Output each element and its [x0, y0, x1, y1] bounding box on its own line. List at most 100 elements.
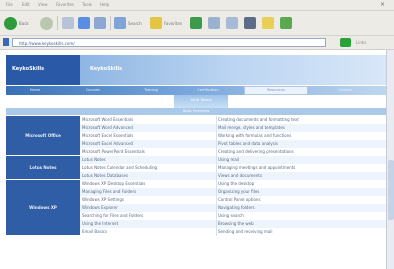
course-name: Lotus Notes Calendar and Scheduling — [82, 165, 158, 170]
address-input[interactable]: http://www.keykoskills.com/ — [12, 38, 326, 47]
cell-divider — [216, 220, 217, 228]
table-row[interactable]: Windows Explorer Navigating folders — [80, 204, 386, 212]
course-description: Creating and delivering presentations — [218, 149, 294, 154]
home-button[interactable] — [94, 15, 106, 31]
menu-tools[interactable]: Tools — [82, 2, 92, 8]
table-row[interactable]: Windows XP Settings Control Panel options — [80, 196, 386, 204]
course-description: Using the desktop — [218, 181, 255, 186]
table-row[interactable]: Managing Files and Folders Organizing you… — [80, 188, 386, 196]
course-name: Microsoft Excel Essentials — [82, 133, 134, 138]
course-description: Using mail — [218, 157, 240, 162]
subtab-skills-matrix[interactable]: Skills Matrix — [174, 95, 228, 108]
course-description: Using search — [218, 213, 244, 218]
history-button[interactable] — [208, 15, 220, 31]
table-row[interactable]: Windows XP Desktop Essentials Using the d… — [80, 180, 386, 188]
menu-edit[interactable]: Edit — [22, 2, 30, 8]
category-cell: Microsoft Office — [6, 116, 80, 156]
course-description: Control Panel options — [218, 197, 261, 202]
table-row[interactable]: Lotus Notes Using mail — [80, 156, 386, 164]
back-arrow-icon — [4, 16, 17, 30]
search-button[interactable]: Search — [114, 15, 142, 31]
mail-button[interactable] — [226, 15, 238, 31]
toolbar: Back Search Favorites — [0, 11, 394, 36]
nav-tab-contact[interactable]: Contact — [318, 87, 372, 94]
course-name: Microsoft PowerPoint Essentials — [82, 149, 145, 154]
section-title: Skills Overview — [182, 109, 210, 113]
menu-favorites[interactable]: Favorites — [56, 2, 74, 8]
cell-divider — [216, 156, 217, 164]
course-description: Mail merge, styles and templates — [218, 125, 285, 130]
page-scrollbar[interactable] — [386, 50, 394, 269]
print-button[interactable] — [244, 15, 256, 31]
course-name: Windows XP Desktop Essentials — [82, 181, 146, 186]
course-name: Lotus Notes — [82, 157, 106, 162]
course-name: Managing Files and Folders — [82, 189, 137, 194]
close-icon[interactable]: × — [379, 1, 386, 8]
table-row[interactable]: Microsoft Word Essentials Creating docume… — [80, 116, 386, 124]
stop-button[interactable] — [62, 15, 74, 31]
subtab-label: Skills Matrix — [190, 98, 212, 102]
course-description: Organizing your files — [218, 189, 260, 194]
nav-tab-resources[interactable]: Resources — [244, 86, 308, 95]
course-description: Pivot tables and data analysis — [218, 141, 278, 146]
course-name: Windows XP Settings — [82, 197, 124, 202]
edit-button[interactable] — [262, 15, 274, 31]
messenger-button[interactable] — [280, 15, 292, 31]
category-cell: Lotus Notes — [6, 156, 80, 180]
menu-file[interactable]: File — [6, 2, 13, 8]
course-description: Sending and receiving mail — [218, 229, 273, 234]
table-row[interactable]: Lotus Notes Databases Views and documents — [80, 172, 386, 180]
course-description: Working with formulas and functions — [218, 133, 292, 138]
nav-tab-training[interactable]: Training — [126, 87, 176, 94]
site-logo[interactable]: KeykoSkills — [12, 66, 44, 72]
scrollbar-thumb[interactable] — [388, 160, 394, 220]
course-name: Microsoft Word Advanced — [82, 125, 133, 130]
course-name: Email Basics — [82, 229, 108, 234]
cell-divider — [216, 204, 217, 212]
table-row[interactable]: Lotus Notes Calendar and Scheduling Manag… — [80, 164, 386, 172]
media-button[interactable] — [190, 15, 202, 31]
go-button[interactable] — [340, 38, 351, 47]
course-description: Views and documents — [218, 173, 262, 178]
nav-tab-courses[interactable]: Courses — [68, 87, 118, 94]
menu-bar: File Edit View Favorites Tools Help × — [0, 0, 394, 11]
stop-icon — [62, 17, 74, 29]
course-description: Browsing the web — [218, 221, 254, 226]
course-name: Windows Explorer — [82, 205, 118, 210]
nav-tab-home[interactable]: Home — [10, 87, 60, 94]
refresh-button[interactable] — [78, 15, 90, 31]
category-cell: Windows XP — [6, 180, 80, 236]
history-icon — [208, 17, 220, 29]
back-button[interactable]: Back — [4, 15, 29, 31]
table-row[interactable]: Microsoft Excel Essentials Working with f… — [80, 132, 386, 140]
banner-title: KeykoSkills — [90, 66, 123, 72]
course-description: Navigating folders — [218, 205, 255, 210]
messenger-icon — [280, 17, 292, 29]
table-row[interactable]: Using the Internet Browsing the web — [80, 220, 386, 228]
cell-divider — [216, 124, 217, 132]
table-row[interactable]: Microsoft Excel Advanced Pivot tables and… — [80, 140, 386, 148]
toolbar-divider — [57, 16, 58, 30]
favorites-button[interactable]: Favorites — [150, 15, 182, 31]
media-icon — [190, 17, 202, 29]
links-label[interactable]: Links — [356, 38, 366, 47]
toolbar-divider — [110, 16, 111, 30]
forward-button[interactable] — [40, 15, 53, 31]
cell-divider — [216, 180, 217, 188]
table-row[interactable]: Email Basics Sending and receiving mail — [80, 228, 386, 236]
table-row[interactable]: Microsoft Word Advanced Mail merge, style… — [80, 124, 386, 132]
folder-icon — [262, 17, 274, 29]
table-row[interactable]: Microsoft PowerPoint Essentials Creating … — [80, 148, 386, 156]
course-description: Creating documents and formatting text — [218, 117, 299, 122]
cell-divider — [216, 140, 217, 148]
cell-divider — [216, 148, 217, 156]
mail-icon — [226, 17, 238, 29]
table-row[interactable]: Searching for Files and Folders Using sea… — [80, 212, 386, 220]
search-label: Search — [128, 20, 142, 26]
nav-tab-certification[interactable]: Certification — [182, 87, 234, 94]
page-icon — [3, 38, 9, 46]
menu-help[interactable]: Help — [100, 2, 109, 8]
menu-view[interactable]: View — [38, 2, 48, 8]
star-icon — [150, 17, 162, 29]
search-icon — [114, 17, 126, 29]
